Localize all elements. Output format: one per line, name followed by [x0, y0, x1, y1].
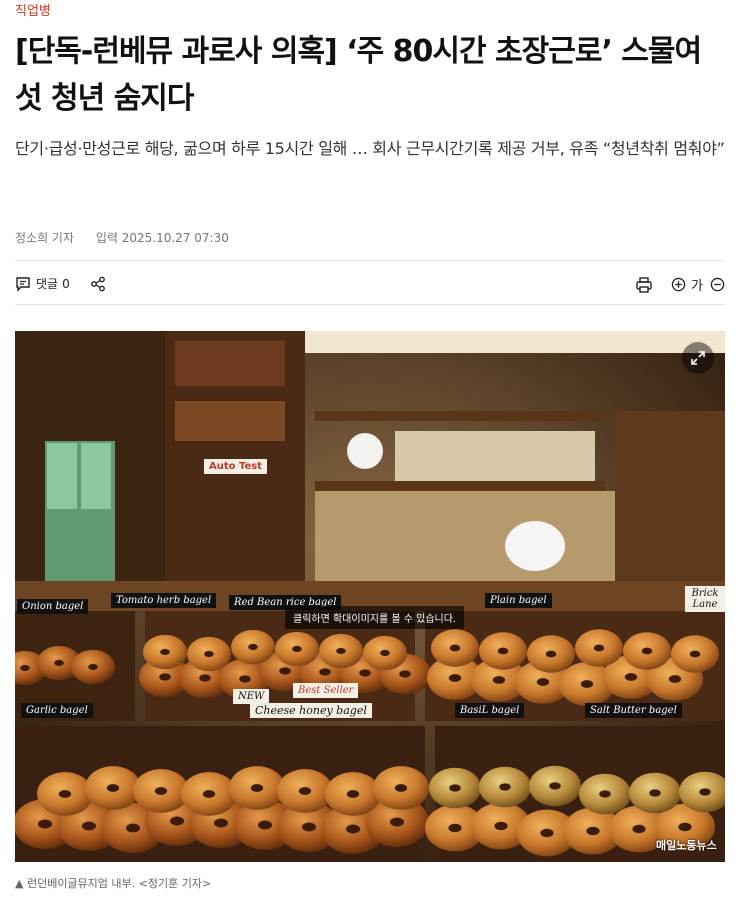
bagel-hole: [125, 823, 141, 833]
bagel-hole: [641, 647, 653, 655]
bagel-hole: [154, 787, 168, 795]
bagel-hole: [20, 664, 30, 672]
article-meta: 정소희 기자 입력 2025.10.27 07:30: [15, 229, 247, 246]
font-decrease-button[interactable]: [710, 277, 725, 292]
font-size-label: 가: [691, 279, 703, 294]
bagel-hole: [545, 650, 557, 658]
bagel-hole: [250, 784, 264, 792]
bagel-hole: [81, 821, 97, 831]
bagel-hole: [599, 790, 611, 798]
expand-icon: [691, 351, 705, 365]
bagel-hole: [257, 820, 273, 830]
bagel-hole: [336, 647, 346, 655]
print-button[interactable]: [635, 276, 653, 294]
expand-image-button[interactable]: [682, 342, 714, 374]
basil-bagel-sign: BasiL bagel: [455, 703, 525, 718]
bagel-hole: [169, 816, 185, 826]
reporter-name[interactable]: 정소희 기자: [15, 231, 74, 245]
bagel-hole: [586, 826, 600, 836]
bagel-hole: [213, 818, 229, 828]
plain-bagel-sign: Plain bagel: [485, 593, 552, 608]
comment-icon: [16, 276, 30, 292]
bagel-hole: [58, 790, 72, 798]
bagel-hole: [492, 676, 506, 684]
bagel-hole: [54, 659, 64, 667]
bagel-hole: [380, 649, 390, 657]
article-subtitle: 단기·급성·만성근로 해당, 굶으며 하루 15시간 일해 … 회사 근무시간기…: [15, 139, 725, 158]
bagel-hole: [580, 680, 594, 688]
divider: [15, 304, 725, 305]
bagel-hole: [204, 650, 214, 658]
garlic-bagel-sign: Garlic bagel: [21, 703, 93, 718]
bagel-hole: [37, 819, 53, 829]
bagel-hole: [319, 668, 331, 676]
bricklane-sign: Brick Lane: [685, 586, 725, 612]
bagel-hole: [292, 645, 302, 653]
minus-circle-icon: [710, 277, 725, 292]
comment-label: 댓글: [36, 277, 59, 291]
saltbutter-bagel-sign: Salt Butter bagel: [585, 703, 682, 718]
publish-date: 입력 2025.10.27 07:30: [95, 231, 229, 245]
bagel-hole: [399, 670, 411, 678]
font-increase-button[interactable]: [671, 277, 686, 292]
enlarge-tooltip: 클릭하면 확대이미지를 볼 수 있습니다.: [285, 606, 465, 629]
print-icon: [636, 276, 652, 293]
comment-count: 0: [62, 276, 70, 291]
section-label[interactable]: 직업병: [15, 0, 51, 19]
photo-caption: ▲ 런던베이글뮤지엄 내부. <정기훈 기자>: [15, 877, 212, 890]
cheese-bagel-sign: Cheese honey bagel: [250, 703, 372, 718]
bagel-hole: [279, 667, 291, 675]
article-photo[interactable]: Onion bagel Tomato herb bagel Red Bean r…: [15, 331, 725, 862]
article-toolbar: 댓글 0 가: [15, 275, 725, 295]
bagel-hole: [649, 789, 661, 797]
bagel-hole: [536, 678, 550, 686]
bagel-hole: [160, 648, 170, 656]
bagel-hole: [345, 824, 361, 834]
bagel-hole: [394, 784, 408, 792]
bagel-hole: [359, 669, 371, 677]
bagel-hole: [106, 784, 120, 792]
onion-bagel-sign: Onion bagel: [17, 599, 89, 614]
bagel-hole: [199, 674, 211, 682]
bagel-hole: [549, 782, 561, 790]
share-icon: [90, 276, 105, 291]
bagel-hole: [239, 675, 251, 683]
article-title: [단독-런베뮤 과로사 의혹] ‘주 80시간 초장근로’ 스물여섯 청년 숨지…: [15, 34, 702, 116]
bagel-hole: [678, 822, 692, 832]
bagel-hole: [540, 828, 554, 838]
divider: [15, 260, 725, 261]
bagel-hole: [449, 644, 461, 652]
bagel-hole: [497, 647, 509, 655]
bagel-hole: [448, 674, 462, 682]
bagel-hole: [632, 824, 646, 834]
bagel-hole: [449, 784, 461, 792]
bagel-hole: [448, 823, 462, 833]
share-button[interactable]: [90, 276, 106, 292]
best-seller-sign: Best Seller: [293, 683, 359, 698]
bagel-hole: [668, 675, 682, 683]
autotest-sign: Auto Test: [204, 459, 267, 474]
bagel-hole: [689, 650, 701, 658]
photo-watermark: 매일노동뉴스: [656, 839, 717, 852]
bagel-hole: [593, 644, 605, 652]
bagel-hole: [699, 788, 711, 796]
bagel-hole: [624, 673, 638, 681]
new-sign: NEW: [233, 689, 270, 704]
bagel-hole: [494, 821, 508, 831]
bagel-hole: [301, 822, 317, 832]
bagel-hole: [88, 663, 98, 671]
bagel-hole: [298, 787, 312, 795]
bagel-hole: [389, 817, 405, 827]
bagel-hole: [202, 790, 216, 798]
tomato-bagel-sign: Tomato herb bagel: [111, 593, 217, 608]
bagel-hole: [346, 790, 360, 798]
comment-button[interactable]: 댓글 0: [15, 275, 70, 292]
bagel-hole: [248, 643, 258, 651]
plus-circle-icon: [671, 277, 686, 292]
bagel-hole: [159, 673, 171, 681]
bagel-hole: [499, 783, 511, 791]
